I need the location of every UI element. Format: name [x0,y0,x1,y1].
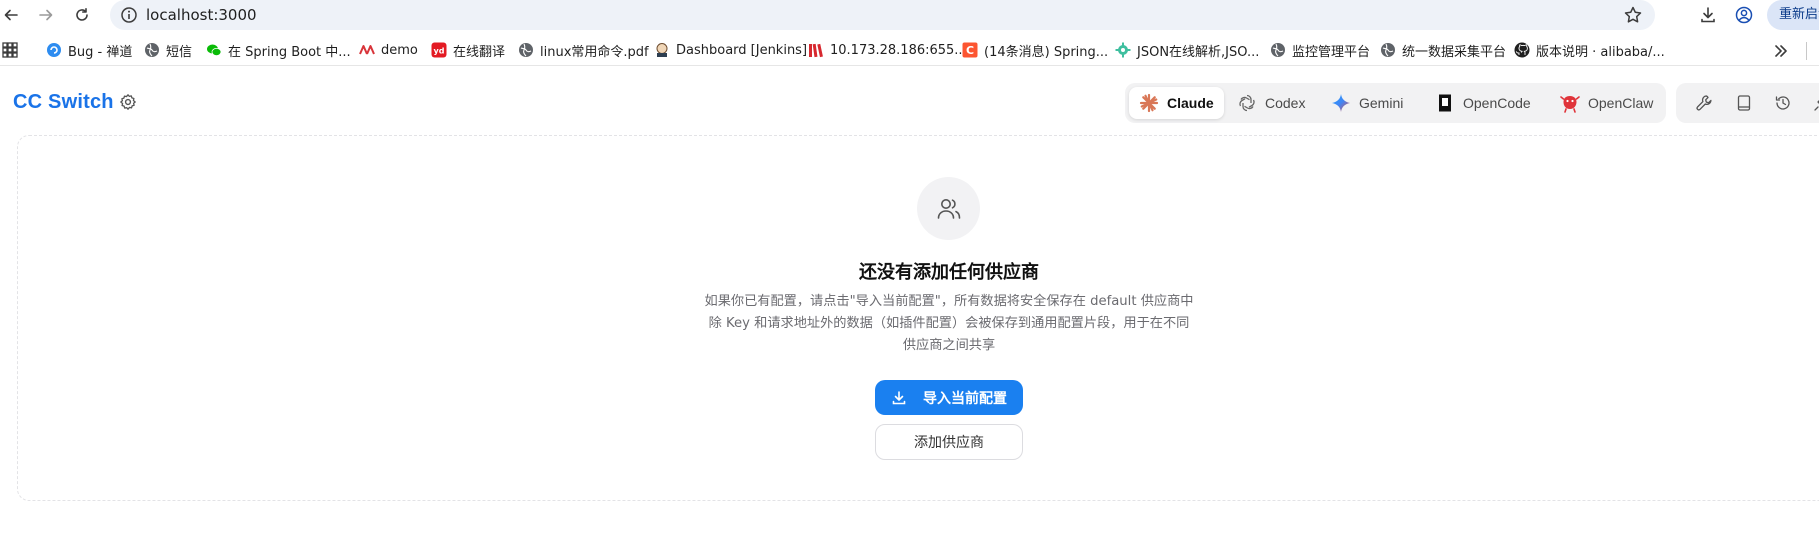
bookmark-item[interactable]: JSON在线解析,JSO... [1115,41,1259,60]
reload-icon [76,8,88,21]
tab-claude[interactable]: Claude [1129,87,1224,119]
tab-openclaw[interactable]: OpenClaw [1550,87,1663,119]
bookmark-item[interactable]: 在 Spring Boot 中... [206,41,351,60]
bookmarks-separator [1806,42,1807,60]
openclaw-icon [1560,93,1580,113]
bookmark-item[interactable]: 监控管理平台 [1270,41,1370,60]
globe-icon [144,42,160,58]
description-line: 除 Key 和请求地址外的数据（如插件配置）会被保存到通用配置片段，用于在不同 [708,316,1190,331]
app-title: CC Switch [13,91,114,113]
bookmark-item[interactable]: demo [359,41,418,59]
url-text[interactable]: localhost:3000 [146,6,257,24]
bookmark-item[interactable]: C (14条消息) Spring... [962,41,1108,60]
arrow-left-icon [4,9,18,21]
openai-icon [1237,93,1257,113]
bookmark-item[interactable]: yd 在线翻译 [431,41,505,60]
profile-button[interactable] [1733,4,1755,26]
opencode-icon [1435,93,1455,113]
svg-text:yd: yd [434,47,445,56]
info-icon[interactable] [120,6,138,24]
tab-opencode[interactable]: OpenCode [1425,87,1541,119]
zentao-icon [46,42,62,58]
bookmark-item[interactable]: 统一数据采集平台 [1380,41,1506,60]
wrench-button[interactable] [1694,93,1714,113]
address-bar[interactable]: localhost:3000 [110,0,1655,30]
plug-icon [1814,100,1819,111]
description-line: 供应商之间共享 [902,338,996,353]
jenkins-icon [654,42,670,58]
description-line: 如果你已有配置，请点击"导入当前配置"，所有数据将安全保存在 default 供… [704,294,1194,309]
bookmark-item[interactable]: Dashboard [Jenkins] [654,41,807,59]
json-gear-icon [1115,42,1131,58]
bookmark-item[interactable]: 10.173.28.186:655... [808,41,967,59]
plugin-button[interactable] [1812,93,1819,113]
relaunch-button[interactable]: 重新启动 [1767,0,1819,30]
red-books-icon [808,42,824,58]
arrow-right-icon [39,9,53,21]
account-circle-icon [1735,6,1753,24]
download-icon [1701,7,1715,23]
wechat-icon [206,42,222,58]
tool-switcher: Claude Codex Gemini OpenCode OpenClaw [1125,83,1666,123]
utility-toolbar [1676,83,1819,123]
bookmark-item[interactable]: linux常用命令.pdf [518,41,649,60]
download-icon [891,390,907,406]
browser-toolbar: localhost:3000 重新启动 [0,0,1819,30]
tab-codex[interactable]: Codex [1227,87,1315,119]
gear-icon[interactable] [119,93,137,111]
gemini-icon [1331,93,1351,113]
history-icon [1775,96,1790,110]
forward-button[interactable] [35,4,57,26]
book-button[interactable] [1734,93,1754,113]
downloads-button[interactable] [1697,4,1719,26]
svg-text:C: C [966,44,974,57]
back-button[interactable] [0,4,22,26]
empty-state-description: 如果你已有配置，请点击"导入当前配置"，所有数据将安全保存在 default 供… [690,291,1208,357]
demo-logo-icon [359,42,375,58]
empty-state-illustration [917,177,980,240]
book-icon [1737,95,1751,111]
globe-icon [518,42,534,58]
chevron-double-right-icon[interactable] [1772,42,1790,60]
history-button[interactable] [1773,93,1793,113]
globe-icon [1380,42,1396,58]
import-config-button[interactable]: 导入当前配置 [875,380,1023,415]
bookmark-item[interactable]: Bug - 禅道 [46,41,132,60]
globe-icon [1270,42,1286,58]
star-icon[interactable] [1623,5,1643,25]
github-icon [1514,42,1530,58]
youdao-icon: yd [431,42,447,58]
bookmark-item[interactable]: 版本说明 · alibaba/... [1514,41,1665,60]
claude-icon [1139,93,1159,113]
add-provider-button[interactable]: 添加供应商 [875,424,1023,460]
tab-gemini[interactable]: Gemini [1321,87,1413,119]
empty-state-title: 还没有添加任何供应商 [859,262,1039,283]
users-icon [937,198,960,219]
apps-grid-icon[interactable] [2,42,18,58]
reload-button[interactable] [71,4,93,26]
bookmarks-bar: Bug - 禅道 短信 在 Spring Boot 中... demo yd 在… [0,34,1819,66]
csdn-icon: C [962,42,978,58]
bookmark-item[interactable]: 短信 [144,41,192,60]
wrench-icon [1696,95,1712,111]
